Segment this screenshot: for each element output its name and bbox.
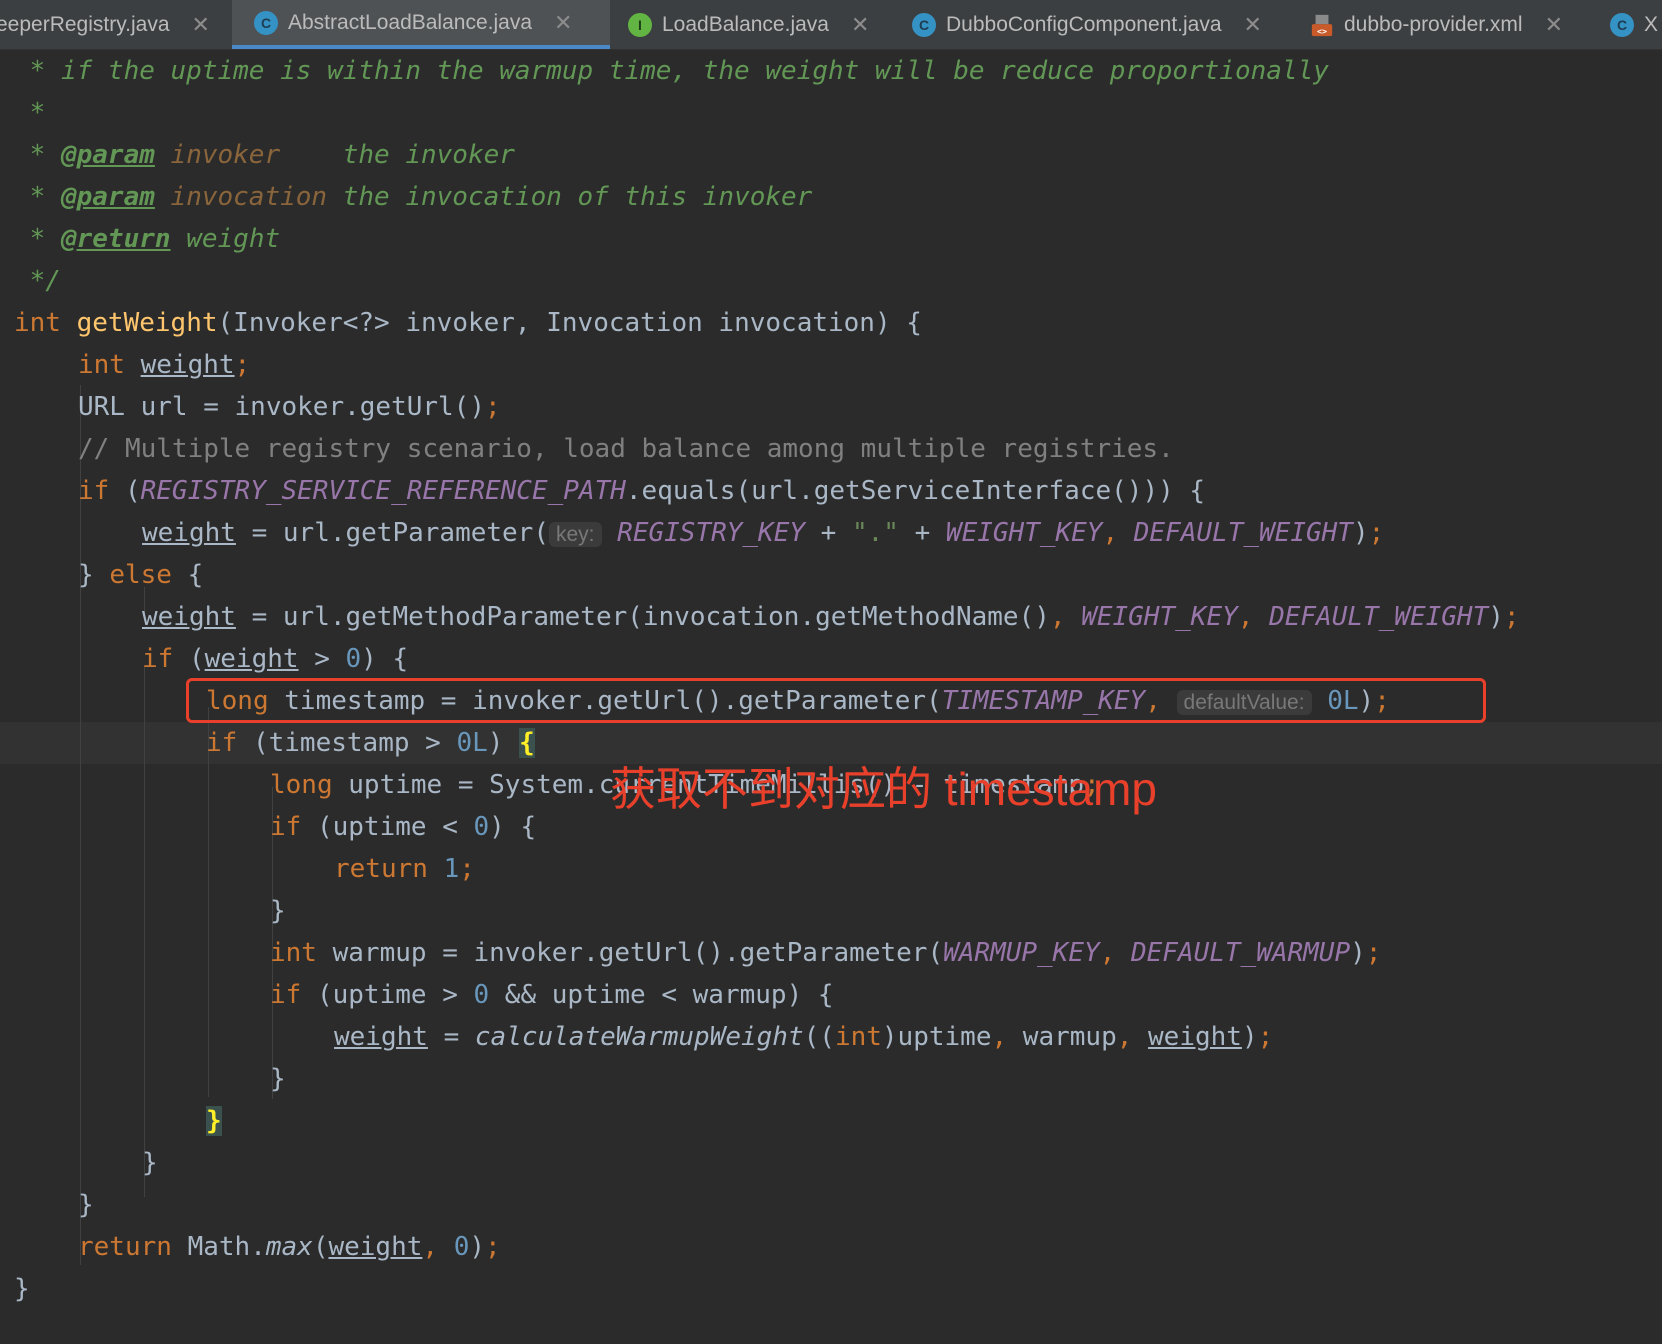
code-line: URL url = invoker.getUrl(); — [78, 392, 501, 422]
tab-label: DubboConfigComponent.java — [946, 12, 1222, 36]
code-line: * — [14, 98, 46, 128]
abstract-class-icon: C — [254, 10, 278, 35]
code-line: } — [78, 1190, 94, 1220]
svg-text:<>: <> — [1317, 26, 1327, 36]
close-icon[interactable]: ✕ — [192, 12, 210, 38]
tab-label: dubbo-provider.xml — [1344, 12, 1523, 36]
code-line: // Multiple registry scenario, load bala… — [78, 434, 1174, 464]
tab-dubbo-provider-xml[interactable]: <> dubbo-provider.xml ✕ — [1304, 0, 1614, 49]
tab-label: eeperRegistry.java — [0, 12, 170, 36]
code-line: int getWeight(Invoker<?> invoker, Invoca… — [14, 308, 922, 338]
code-line: if (uptime < 0) { — [270, 812, 537, 842]
java-class-icon: C — [1610, 12, 1634, 37]
close-icon[interactable]: ✕ — [554, 10, 572, 36]
code-line: } — [206, 1100, 222, 1142]
editor-tab-bar: eeperRegistry.java ✕ C AbstractLoadBalan… — [0, 0, 1662, 50]
code-line: * @param invocation the invocation of th… — [14, 182, 813, 212]
indent-guide — [80, 385, 81, 1265]
indent-guide — [208, 707, 209, 1097]
code-line: return Math.max(weight, 0); — [78, 1232, 501, 1262]
code-line: if (uptime > 0 && uptime < warmup) { — [270, 980, 834, 1010]
code-line: } — [14, 1274, 30, 1304]
code-line: weight = url.getMethodParameter(invocati… — [142, 602, 1520, 632]
tab-label: LoadBalance.java — [662, 12, 829, 36]
code-line: * @param invoker the invoker — [14, 140, 515, 170]
code-line: int weight; — [78, 350, 251, 380]
code-line: if (timestamp > 0L) { — [206, 728, 535, 758]
code-line: } else { — [78, 560, 204, 590]
interface-icon: I — [628, 12, 652, 37]
code-line: weight = calculateWarmupWeight((int)upti… — [334, 1022, 1274, 1052]
close-icon[interactable]: ✕ — [1244, 12, 1262, 38]
tab-truncated[interactable]: C X — [1610, 0, 1662, 49]
code-line: if (weight > 0) { — [142, 644, 409, 674]
tab-dubbo-config-component[interactable]: C DubboConfigComponent.java ✕ — [898, 0, 1288, 49]
close-icon[interactable]: ✕ — [1545, 12, 1563, 38]
code-line: int warmup = invoker.getUrl().getParamet… — [270, 938, 1382, 968]
indent-guide — [144, 667, 145, 1197]
close-icon[interactable]: ✕ — [851, 12, 869, 38]
highlight-rectangle — [186, 678, 1486, 723]
code-line: * if the uptime is within the warmup tim… — [14, 56, 1329, 86]
code-line: return 1; — [334, 854, 475, 884]
xml-file-icon: <> — [1310, 13, 1334, 37]
java-class-icon: C — [912, 12, 936, 37]
code-line: } — [270, 1064, 286, 1094]
code-line: * @return weight — [14, 224, 281, 254]
tab-label: AbstractLoadBalance.java — [288, 10, 532, 34]
code-line: } — [142, 1148, 158, 1178]
matched-brace: { — [519, 728, 535, 758]
code-line: */ — [14, 266, 61, 296]
tab-abstract-load-balance[interactable]: C AbstractLoadBalance.java ✕ — [232, 0, 610, 49]
matched-brace: } — [206, 1106, 222, 1136]
code-line: if (REGISTRY_SERVICE_REFERENCE_PATH.equa… — [78, 476, 1206, 506]
tab-load-balance[interactable]: I LoadBalance.java ✕ — [610, 0, 886, 49]
code-line: weight = url.getParameter(key: REGISTRY_… — [142, 518, 1385, 548]
tab-label: X — [1644, 12, 1659, 36]
code-line: } — [270, 896, 286, 926]
annotation-text: 获取不到对应的 timestamp — [610, 763, 1157, 815]
tab-zookeeper-registry[interactable]: eeperRegistry.java ✕ — [0, 0, 232, 49]
parameter-hint: key: — [549, 522, 602, 547]
